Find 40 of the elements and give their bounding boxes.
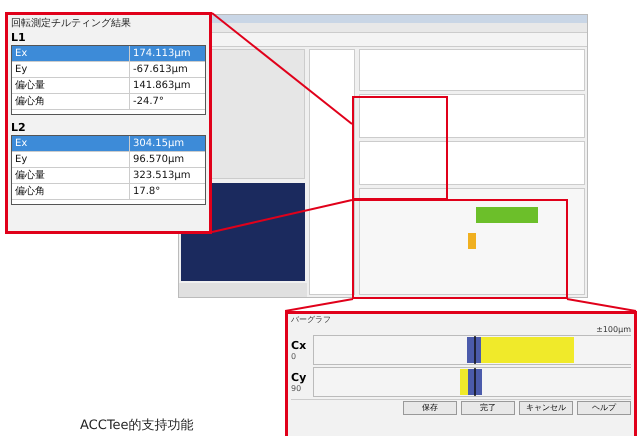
row-value: 323.513μm bbox=[132, 169, 190, 183]
scale-label: ±100μm bbox=[596, 325, 631, 335]
result-row[interactable]: Ex 304.15μm bbox=[12, 136, 205, 152]
caption: ACCTee的支持功能 bbox=[80, 418, 194, 434]
row-value: -67.613μm bbox=[132, 63, 188, 77]
row-name: Ey bbox=[12, 62, 130, 77]
row-name: Ex bbox=[12, 136, 130, 151]
row-name: Ey bbox=[12, 152, 130, 167]
row-name: 偏心角 bbox=[12, 184, 130, 199]
row-value: -24.7° bbox=[132, 95, 164, 109]
result-row[interactable]: Ey 96.570μm bbox=[12, 152, 205, 168]
row-value: 174.113μm bbox=[132, 47, 190, 61]
row-value: 141.863μm bbox=[132, 79, 190, 93]
result-row[interactable]: 偏心量 141.863μm bbox=[12, 78, 205, 94]
row-name: 偏心量 bbox=[12, 168, 130, 183]
result-row[interactable]: 偏心角 -24.7° bbox=[12, 94, 205, 110]
axis-name: Cy bbox=[291, 370, 308, 384]
result-row[interactable]: 偏心角 17.8° bbox=[12, 184, 205, 200]
gauge-fill bbox=[476, 207, 538, 223]
row-name: 偏心量 bbox=[12, 78, 130, 93]
axis-value: 90 bbox=[291, 384, 302, 394]
result-row[interactable]: Ey -67.613μm bbox=[12, 62, 205, 78]
row-value: 96.570μm bbox=[132, 153, 184, 167]
dialog-button[interactable]: ヘルプ bbox=[577, 401, 631, 415]
group-label: L2 bbox=[11, 121, 27, 135]
row-value: 304.15μm bbox=[132, 137, 184, 151]
panel-title: 回転測定チルティング結果 bbox=[11, 17, 132, 31]
axis-value: 0 bbox=[291, 352, 298, 362]
dialog-button[interactable]: キャンセル bbox=[519, 401, 573, 415]
dialog-button[interactable]: 完了 bbox=[461, 401, 515, 415]
result-row[interactable]: Ex 174.113μm bbox=[12, 46, 205, 62]
row-value: 17.8° bbox=[132, 185, 160, 199]
panel-title: バーグラフ bbox=[291, 315, 332, 325]
row-name: Ex bbox=[12, 46, 130, 61]
axis-name: Cx bbox=[291, 338, 308, 352]
row-name: 偏心角 bbox=[12, 94, 130, 109]
result-row[interactable]: 偏心量 323.513μm bbox=[12, 168, 205, 184]
gauge-fill bbox=[468, 233, 476, 249]
group-label: L1 bbox=[11, 31, 27, 45]
dialog-button[interactable]: 保存 bbox=[403, 401, 457, 415]
